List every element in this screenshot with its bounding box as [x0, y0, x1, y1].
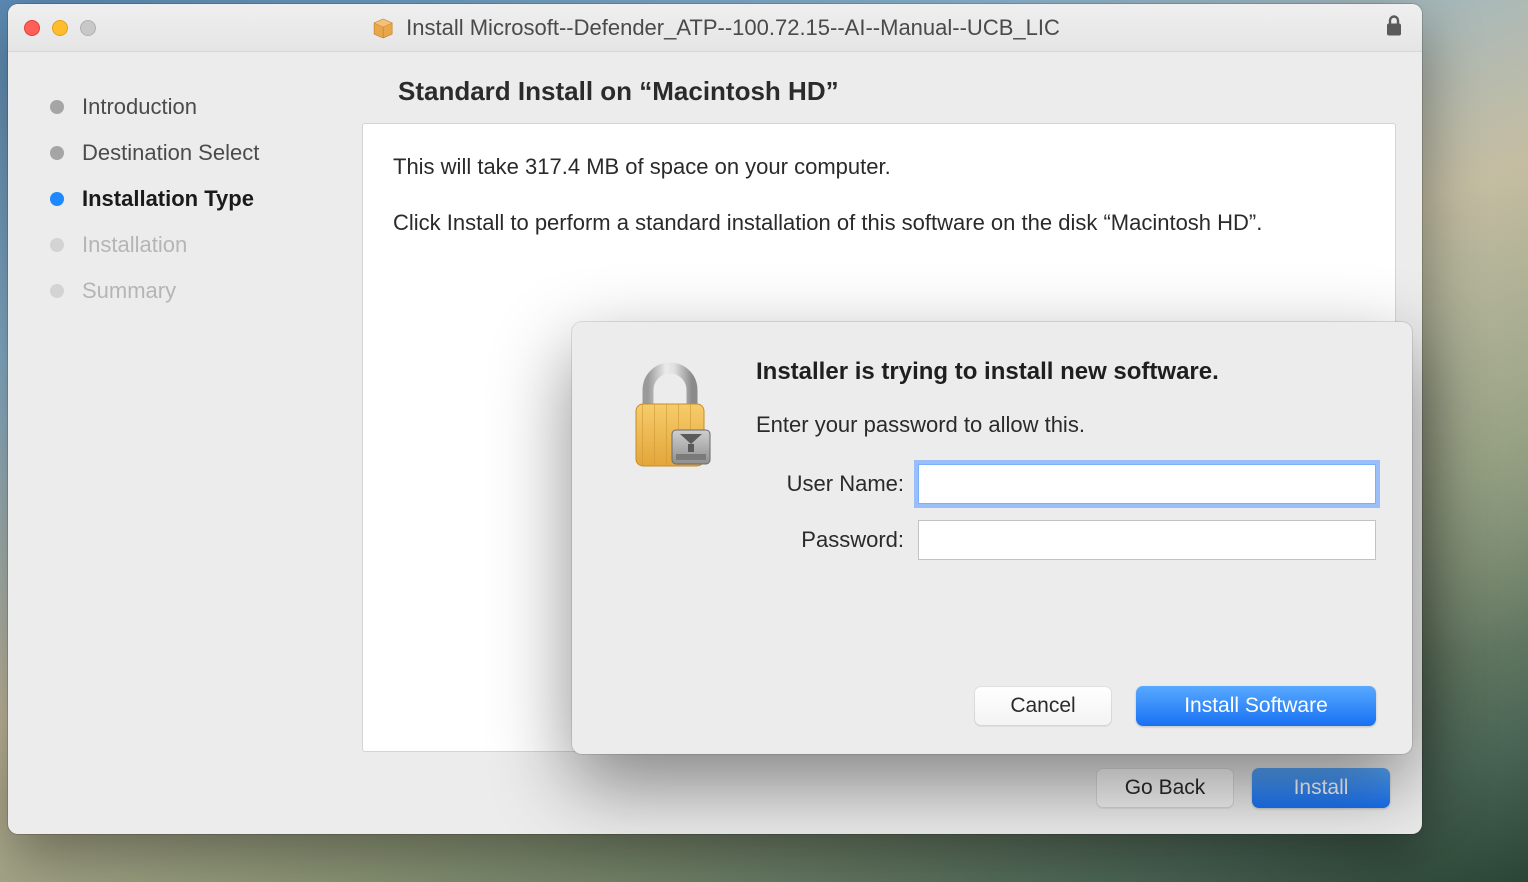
- bullet-pending-icon: [50, 284, 64, 298]
- sidebar-item-label: Installation Type: [82, 186, 254, 212]
- password-label: Password:: [756, 527, 904, 553]
- username-input[interactable]: [918, 464, 1376, 504]
- minimize-button[interactable]: [52, 20, 68, 36]
- sidebar-item-label: Destination Select: [82, 140, 259, 166]
- close-button[interactable]: [24, 20, 40, 36]
- install-instruction-text: Click Install to perform a standard inst…: [393, 206, 1365, 240]
- window-controls: [8, 20, 96, 36]
- sidebar-item-label: Introduction: [82, 94, 197, 120]
- bottom-button-bar: Go Back Install: [362, 752, 1396, 814]
- bullet-done-icon: [50, 100, 64, 114]
- window-title-area: Install Microsoft--Defender_ATP--100.72.…: [370, 15, 1060, 41]
- lock-icon[interactable]: [1384, 13, 1404, 42]
- auth-lock-package-icon: [618, 358, 722, 478]
- sidebar: Introduction Destination Select Installa…: [8, 52, 358, 834]
- sidebar-item-destination-select: Destination Select: [50, 130, 338, 176]
- window-title: Install Microsoft--Defender_ATP--100.72.…: [406, 15, 1060, 41]
- bullet-done-icon: [50, 146, 64, 160]
- sidebar-item-label: Installation: [82, 232, 187, 258]
- page-heading: Standard Install on “Macintosh HD”: [362, 76, 1396, 123]
- password-input[interactable]: [918, 520, 1376, 560]
- titlebar: Install Microsoft--Defender_ATP--100.72.…: [8, 4, 1422, 52]
- auth-dialog: Installer is trying to install new softw…: [572, 322, 1412, 754]
- install-button[interactable]: Install: [1252, 768, 1390, 808]
- bullet-pending-icon: [50, 238, 64, 252]
- auth-dialog-subtitle: Enter your password to allow this.: [756, 412, 1376, 438]
- auth-button-bar: Cancel Install Software: [608, 666, 1376, 726]
- auth-dialog-title: Installer is trying to install new softw…: [756, 358, 1376, 386]
- sidebar-item-installation: Installation: [50, 222, 338, 268]
- install-software-button[interactable]: Install Software: [1136, 686, 1376, 726]
- auth-text-area: Installer is trying to install new softw…: [756, 352, 1376, 560]
- install-size-text: This will take 317.4 MB of space on your…: [393, 150, 1365, 184]
- cancel-button[interactable]: Cancel: [974, 686, 1112, 726]
- maximize-button-disabled: [80, 20, 96, 36]
- auth-form: User Name: Password:: [756, 464, 1376, 560]
- sidebar-item-introduction: Introduction: [50, 84, 338, 130]
- sidebar-item-label: Summary: [82, 278, 176, 304]
- username-label: User Name:: [756, 471, 904, 497]
- sidebar-item-installation-type: Installation Type: [50, 176, 338, 222]
- package-icon: [370, 17, 396, 39]
- sidebar-item-summary: Summary: [50, 268, 338, 314]
- auth-dialog-content: Installer is trying to install new softw…: [608, 352, 1376, 560]
- bullet-current-icon: [50, 192, 64, 206]
- go-back-button[interactable]: Go Back: [1096, 768, 1234, 808]
